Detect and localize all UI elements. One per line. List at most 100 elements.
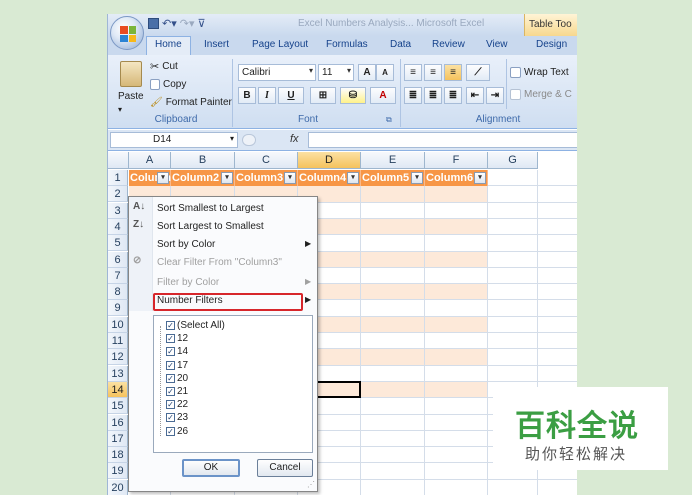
row-header-12[interactable]: 12 [108,349,128,366]
save-icon[interactable] [148,18,159,29]
tab-view[interactable]: View [486,39,508,50]
row-header-13[interactable]: 13 [108,365,128,382]
qat-more-icon[interactable]: ⊽ [198,17,206,30]
align-middle-icon[interactable]: ≡ [424,64,442,81]
checkbox-icon[interactable]: ✓ [166,334,175,344]
office-button[interactable] [110,16,144,50]
row-header-14[interactable]: 14 [108,381,128,398]
cancel-button[interactable]: Cancel [257,459,313,477]
italic-button[interactable]: I [258,87,276,104]
grow-font-button[interactable]: A [358,64,376,81]
row-header-9[interactable]: 9 [108,300,128,317]
row-header-1[interactable]: 1 [108,170,128,186]
undo-icon[interactable]: ↶▾ [162,17,177,30]
checkbox-icon[interactable]: ✓ [166,426,175,436]
tab-formulas[interactable]: Formulas [326,39,368,50]
column-header-c[interactable]: C [235,152,298,169]
filter-value-item[interactable]: ✓ 22 [166,399,188,410]
align-top-icon[interactable]: ≡ [404,64,422,81]
row-header-20[interactable]: 20 [108,479,128,495]
column-header-b[interactable]: B [171,152,235,169]
row-header-11[interactable]: 11 [108,333,128,349]
name-box[interactable]: D14 ▾ [110,132,238,148]
paste-button[interactable]: Paste [118,91,144,102]
menu-item-number-filters[interactable]: Number Filters ▶ [157,295,317,306]
dialog-launcher-icon[interactable]: ⧉ [386,115,392,125]
filter-value-item[interactable]: ✓ 20 [166,373,188,384]
increase-indent-icon[interactable]: ⇥ [486,87,504,104]
font-color-icon[interactable]: A [370,87,396,104]
row-header-4[interactable]: 4 [108,218,128,235]
tab-insert[interactable]: Insert [204,39,229,50]
fill-color-icon[interactable]: ⛁ [340,87,366,104]
filter-value-item[interactable]: ✓ 26 [166,426,188,437]
filter-dropdown-icon[interactable]: ▾ [474,172,486,184]
table-header-cell[interactable]: Column5 ▾ [361,170,425,186]
filter-values-list[interactable]: ✓ (Select All) ✓ 12 ✓ 14 ✓ 17 ✓ 20 ✓ 21 ✓ 22 ✓ 23 ✓ 26 [153,315,313,453]
filter-value-item[interactable]: ✓ (Select All) [166,320,225,331]
orientation-icon[interactable]: ⟋ [466,64,490,81]
checkbox-icon[interactable]: ✓ [166,400,175,410]
paste-icon[interactable] [120,61,142,87]
menu-item-sort-desc[interactable]: Sort Largest to Smallest [157,221,264,232]
align-right-icon[interactable]: ≣ [444,87,462,104]
wrap-text-button[interactable]: Wrap Text [510,67,569,78]
formula-input[interactable] [308,132,577,148]
column-header-g[interactable]: G [488,152,538,169]
bold-button[interactable]: B [238,87,256,104]
filter-value-item[interactable]: ✓ 21 [166,386,188,397]
align-bottom-icon[interactable]: ≡ [444,64,462,81]
column-header-d[interactable]: D [298,152,361,169]
chevron-down-icon[interactable]: ▾ [230,134,234,143]
table-header-cell[interactable]: Column1 ▾ [129,170,177,186]
row-header-3[interactable]: 3 [108,202,128,219]
row-header-7[interactable]: 7 [108,267,128,284]
table-header-cell[interactable]: Column2 ▾ [171,170,235,186]
filter-value-item[interactable]: ✓ 14 [166,346,188,357]
menu-item-clear-filter[interactable]: Clear Filter From "Column3" [157,257,282,268]
resize-grip-icon[interactable]: ⋰ [307,480,315,489]
filter-dropdown-icon[interactable]: ▾ [221,172,233,184]
decrease-indent-icon[interactable]: ⇤ [466,87,484,104]
checkbox-icon[interactable]: ✓ [166,347,175,357]
row-header-8[interactable]: 8 [108,284,128,301]
borders-icon[interactable]: ⊞ [310,87,336,104]
cut-button[interactable]: ✂ Cut [150,60,178,73]
tab-data[interactable]: Data [390,39,411,50]
table-header-cell[interactable]: Column6 ▾ [425,170,488,186]
row-header-17[interactable]: 17 [108,430,128,447]
tab-review[interactable]: Review [432,39,465,50]
menu-item-sort-by-color[interactable]: Sort by Color ▶ [157,239,317,250]
column-header-e[interactable]: E [361,152,425,169]
filter-dropdown-icon[interactable]: ▾ [411,172,423,184]
filter-value-item[interactable]: ✓ 23 [166,412,188,423]
select-all-corner[interactable] [108,152,129,169]
tab-home[interactable]: Home [146,36,191,55]
insert-function-icon[interactable]: fx [290,133,299,145]
filter-dropdown-icon[interactable]: ▾ [284,172,296,184]
checkbox-icon[interactable]: ✓ [166,413,175,423]
row-header-10[interactable]: 10 [108,316,128,333]
shrink-font-button[interactable]: A [376,64,394,81]
align-center-icon[interactable]: ≣ [424,87,442,104]
paste-dropdown-icon[interactable]: ▾ [118,105,122,114]
merge-center-button[interactable]: Merge & C [510,89,572,100]
filter-dropdown-icon[interactable]: ▾ [157,172,169,184]
checkbox-icon[interactable]: ✓ [166,373,175,383]
format-painter-button[interactable]: 🖌 Format Painter [150,97,232,108]
font-name-combo[interactable]: Calibri ▾ [238,64,316,81]
ok-button[interactable]: OK [182,459,240,477]
table-header-cell[interactable]: Column3 ▾ [235,170,298,186]
menu-item-sort-asc[interactable]: Sort Smallest to Largest [157,203,264,214]
filter-value-item[interactable]: ✓ 17 [166,360,188,371]
underline-button[interactable]: U [278,87,304,104]
font-size-combo[interactable]: 11 ▾ [318,64,354,81]
column-header-a[interactable]: A [129,152,171,169]
row-header-18[interactable]: 18 [108,447,128,464]
row-header-15[interactable]: 15 [108,398,128,415]
row-header-6[interactable]: 6 [108,251,128,268]
row-header-2[interactable]: 2 [108,186,128,203]
column-header-f[interactable]: F [425,152,488,169]
checkbox-icon[interactable]: ✓ [166,321,175,330]
copy-button[interactable]: Copy [150,79,186,90]
